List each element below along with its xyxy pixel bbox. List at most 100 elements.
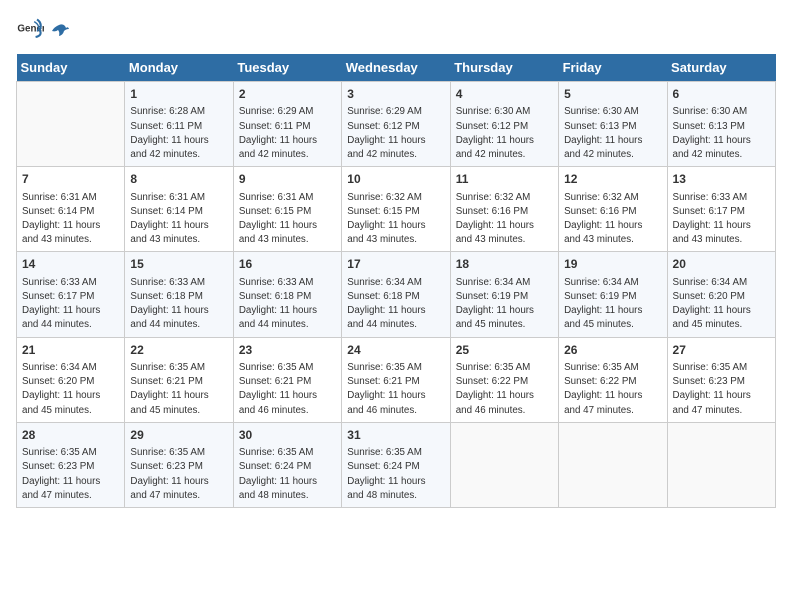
day-info: and 45 minutes. bbox=[130, 404, 227, 418]
day-info: Sunrise: 6:34 AM bbox=[673, 276, 770, 290]
day-number: 9 bbox=[239, 171, 336, 188]
table-row: 16Sunrise: 6:33 AMSunset: 6:18 PMDayligh… bbox=[233, 252, 341, 337]
day-info: and 44 minutes. bbox=[130, 318, 227, 332]
table-row bbox=[450, 422, 558, 507]
day-info: Daylight: 11 hours bbox=[456, 219, 553, 233]
day-info: and 42 minutes. bbox=[239, 148, 336, 162]
day-info: Daylight: 11 hours bbox=[564, 134, 661, 148]
day-number: 19 bbox=[564, 256, 661, 273]
table-row: 25Sunrise: 6:35 AMSunset: 6:22 PMDayligh… bbox=[450, 337, 558, 422]
col-friday: Friday bbox=[559, 54, 667, 82]
logo-bird-icon bbox=[48, 21, 70, 43]
table-row: 14Sunrise: 6:33 AMSunset: 6:17 PMDayligh… bbox=[17, 252, 125, 337]
col-monday: Monday bbox=[125, 54, 233, 82]
table-row: 6Sunrise: 6:30 AMSunset: 6:13 PMDaylight… bbox=[667, 82, 775, 167]
day-info: Sunrise: 6:35 AM bbox=[130, 361, 227, 375]
day-info: and 48 minutes. bbox=[239, 489, 336, 503]
calendar-header-row: Sunday Monday Tuesday Wednesday Thursday… bbox=[17, 54, 776, 82]
day-info: and 45 minutes. bbox=[456, 318, 553, 332]
day-info: Sunrise: 6:35 AM bbox=[347, 446, 444, 460]
table-row: 10 Sunrise: 6:32 AMSunset: 6:15 PMDayligh… bbox=[342, 167, 450, 252]
day-info: Sunset: 6:21 PM bbox=[130, 375, 227, 389]
day-number: 23 bbox=[239, 342, 336, 359]
day-info: Sunset: 6:23 PM bbox=[130, 460, 227, 474]
day-number: 13 bbox=[673, 171, 770, 188]
calendar-week-row: 7Sunrise: 6:31 AMSunset: 6:14 PMDaylight… bbox=[17, 167, 776, 252]
table-row: 27Sunrise: 6:35 AMSunset: 6:23 PMDayligh… bbox=[667, 337, 775, 422]
table-row: 21Sunrise: 6:34 AMSunset: 6:20 PMDayligh… bbox=[17, 337, 125, 422]
day-info: Sunset: 6:22 PM bbox=[564, 375, 661, 389]
day-info: and 45 minutes. bbox=[673, 318, 770, 332]
day-info: Sunrise: 6:35 AM bbox=[130, 446, 227, 460]
day-info: Daylight: 11 hours bbox=[564, 304, 661, 318]
day-number: 3 bbox=[347, 86, 444, 103]
day-info: and 43 minutes. bbox=[564, 233, 661, 247]
day-info: Daylight: 11 hours bbox=[130, 304, 227, 318]
day-info: Daylight: 11 hours bbox=[347, 389, 444, 403]
day-info: Daylight: 11 hours bbox=[239, 219, 336, 233]
day-number: 24 bbox=[347, 342, 444, 359]
col-tuesday: Tuesday bbox=[233, 54, 341, 82]
day-number: 4 bbox=[456, 86, 553, 103]
day-info: Sunrise: 6:30 AM bbox=[456, 105, 553, 119]
day-number: 17 bbox=[347, 256, 444, 273]
day-info: Sunset: 6:11 PM bbox=[239, 120, 336, 134]
table-row: 2Sunrise: 6:29 AMSunset: 6:11 PMDaylight… bbox=[233, 82, 341, 167]
day-info: Sunrise: 6:35 AM bbox=[456, 361, 553, 375]
day-info: Sunset: 6:21 PM bbox=[347, 375, 444, 389]
day-info: Sunset: 6:18 PM bbox=[239, 290, 336, 304]
day-info: and 43 minutes. bbox=[130, 233, 227, 247]
day-info: Sunrise: 6:28 AM bbox=[130, 105, 227, 119]
table-row: 17Sunrise: 6:34 AMSunset: 6:18 PMDayligh… bbox=[342, 252, 450, 337]
day-number: 30 bbox=[239, 427, 336, 444]
day-info: and 43 minutes. bbox=[22, 233, 119, 247]
day-info: Daylight: 11 hours bbox=[239, 134, 336, 148]
day-info: Daylight: 11 hours bbox=[456, 304, 553, 318]
calendar-week-row: 1Sunrise: 6:28 AMSunset: 6:11 PMDaylight… bbox=[17, 82, 776, 167]
day-info: Sunset: 6:15 PM bbox=[347, 205, 444, 219]
day-info: Daylight: 11 hours bbox=[673, 389, 770, 403]
day-info: Daylight: 11 hours bbox=[239, 475, 336, 489]
day-info: Sunrise: 6:35 AM bbox=[564, 361, 661, 375]
table-row: 5Sunrise: 6:30 AMSunset: 6:13 PMDaylight… bbox=[559, 82, 667, 167]
table-row: 7Sunrise: 6:31 AMSunset: 6:14 PMDaylight… bbox=[17, 167, 125, 252]
table-row: 3Sunrise: 6:29 AMSunset: 6:12 PMDaylight… bbox=[342, 82, 450, 167]
day-info: Sunrise: 6:32 AM bbox=[347, 191, 444, 205]
day-info: Daylight: 11 hours bbox=[564, 389, 661, 403]
day-info: Sunrise: 6:31 AM bbox=[239, 191, 336, 205]
day-info: and 42 minutes. bbox=[456, 148, 553, 162]
col-sunday: Sunday bbox=[17, 54, 125, 82]
day-info: Daylight: 11 hours bbox=[347, 219, 444, 233]
day-info: Sunrise: 6:34 AM bbox=[564, 276, 661, 290]
table-row: 20Sunrise: 6:34 AMSunset: 6:20 PMDayligh… bbox=[667, 252, 775, 337]
day-info: Sunrise: 6:32 AM bbox=[564, 191, 661, 205]
day-info: Sunset: 6:16 PM bbox=[456, 205, 553, 219]
table-row: 15Sunrise: 6:33 AMSunset: 6:18 PMDayligh… bbox=[125, 252, 233, 337]
day-info: Sunset: 6:23 PM bbox=[673, 375, 770, 389]
day-number: 16 bbox=[239, 256, 336, 273]
day-info: and 46 minutes. bbox=[239, 404, 336, 418]
day-info: Sunrise: 6:31 AM bbox=[22, 191, 119, 205]
day-info: Sunrise: 6:33 AM bbox=[673, 191, 770, 205]
calendar-week-row: 14Sunrise: 6:33 AMSunset: 6:17 PMDayligh… bbox=[17, 252, 776, 337]
day-info: and 46 minutes. bbox=[347, 404, 444, 418]
day-info: Daylight: 11 hours bbox=[239, 389, 336, 403]
col-thursday: Thursday bbox=[450, 54, 558, 82]
table-row: 8Sunrise: 6:31 AMSunset: 6:14 PMDaylight… bbox=[125, 167, 233, 252]
day-info: and 47 minutes. bbox=[22, 489, 119, 503]
day-info: and 47 minutes. bbox=[130, 489, 227, 503]
day-number: 5 bbox=[564, 86, 661, 103]
calendar-table: Sunday Monday Tuesday Wednesday Thursday… bbox=[16, 54, 776, 508]
day-info: Daylight: 11 hours bbox=[456, 134, 553, 148]
table-row: 1Sunrise: 6:28 AMSunset: 6:11 PMDaylight… bbox=[125, 82, 233, 167]
day-info: and 45 minutes. bbox=[22, 404, 119, 418]
day-info: Sunset: 6:14 PM bbox=[130, 205, 227, 219]
day-number: 10 bbox=[347, 171, 444, 188]
day-info: Sunrise: 6:35 AM bbox=[239, 361, 336, 375]
day-info: Sunrise: 6:34 AM bbox=[347, 276, 444, 290]
day-info: Sunrise: 6:30 AM bbox=[564, 105, 661, 119]
day-info: Daylight: 11 hours bbox=[347, 134, 444, 148]
day-info: Sunset: 6:16 PM bbox=[564, 205, 661, 219]
day-info: Daylight: 11 hours bbox=[22, 304, 119, 318]
day-info: Sunrise: 6:34 AM bbox=[22, 361, 119, 375]
